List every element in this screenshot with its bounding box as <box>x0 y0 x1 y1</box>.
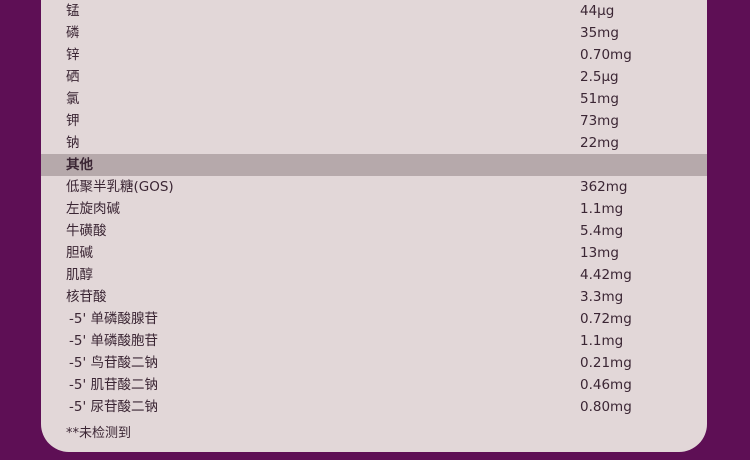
table-row: 锰 44μg <box>41 0 707 22</box>
nutrient-name: -5' 单磷酸胞苷 <box>69 333 158 349</box>
section-header-other: 其他 <box>41 154 707 176</box>
nutrient-name: 锰 <box>66 3 80 19</box>
nutrient-value: 22mg <box>580 135 619 151</box>
nutrient-value: 0.80mg <box>580 399 632 415</box>
nutrient-value: 0.46mg <box>580 377 632 393</box>
table-row: 钾 73mg <box>41 110 707 132</box>
nutrient-value: 51mg <box>580 91 619 107</box>
nutrient-name: 硒 <box>66 69 80 85</box>
footnote: **未检测到 <box>66 426 132 441</box>
table-row: -5' 单磷酸胞苷 1.1mg <box>41 330 707 352</box>
nutrient-name: -5' 尿苷酸二钠 <box>69 399 158 415</box>
nutrient-name: 牛磺酸 <box>66 223 107 239</box>
nutrient-name: -5' 单磷酸腺苷 <box>69 311 158 327</box>
nutrient-name: 核苷酸 <box>66 289 107 305</box>
table-row: 低聚半乳糖(GOS) 362mg <box>41 176 707 198</box>
nutrient-name: -5' 鸟苷酸二钠 <box>69 355 158 371</box>
nutrient-name: 锌 <box>66 47 80 63</box>
nutrient-name: 胆碱 <box>66 245 93 261</box>
nutrient-value: 73mg <box>580 113 619 129</box>
table-row: -5' 单磷酸腺苷 0.72mg <box>41 308 707 330</box>
table-row: 左旋肉碱 1.1mg <box>41 198 707 220</box>
table-row: 锌 0.70mg <box>41 44 707 66</box>
nutrient-value: 5.4mg <box>580 223 624 239</box>
nutrient-value: 0.70mg <box>580 47 632 63</box>
nutrient-value: 4.42mg <box>580 267 632 283</box>
nutrient-value: 362mg <box>580 179 628 195</box>
table-row: 硒 2.5μg <box>41 66 707 88</box>
nutrient-value: 0.72mg <box>580 311 632 327</box>
table-row: 氯 51mg <box>41 88 707 110</box>
nutrient-value: 44μg <box>580 3 615 19</box>
nutrient-value: 35mg <box>580 25 619 41</box>
nutrient-value: 1.1mg <box>580 201 624 217</box>
nutrient-name: -5' 肌苷酸二钠 <box>69 377 158 393</box>
nutrient-value: 1.1mg <box>580 333 624 349</box>
nutrient-name: 钾 <box>66 113 80 129</box>
nutrient-value: 13mg <box>580 245 619 261</box>
nutrition-table-panel: 锰 44μg 磷 35mg 锌 0.70mg 硒 2.5μg 氯 51mg 钾 … <box>41 0 707 452</box>
nutrient-name: 氯 <box>66 91 80 107</box>
table-row: -5' 肌苷酸二钠 0.46mg <box>41 374 707 396</box>
nutrient-value: 2.5μg <box>580 69 619 85</box>
nutrient-value: 3.3mg <box>580 289 624 305</box>
nutrient-value: 0.21mg <box>580 355 632 371</box>
table-row: 牛磺酸 5.4mg <box>41 220 707 242</box>
table-row: 钠 22mg <box>41 132 707 154</box>
table-row: 胆碱 13mg <box>41 242 707 264</box>
nutrient-name: 低聚半乳糖(GOS) <box>66 179 174 195</box>
table-row: 磷 35mg <box>41 22 707 44</box>
table-row: 肌醇 4.42mg <box>41 264 707 286</box>
nutrient-name: 肌醇 <box>66 267 93 283</box>
table-row: -5' 鸟苷酸二钠 0.21mg <box>41 352 707 374</box>
nutrient-name: 钠 <box>66 135 80 151</box>
nutrient-name: 左旋肉碱 <box>66 201 120 217</box>
nutrition-table: 锰 44μg 磷 35mg 锌 0.70mg 硒 2.5μg 氯 51mg 钾 … <box>41 0 707 418</box>
table-row: 核苷酸 3.3mg <box>41 286 707 308</box>
nutrient-name: 磷 <box>66 25 80 41</box>
section-title: 其他 <box>66 157 93 173</box>
table-row: -5' 尿苷酸二钠 0.80mg <box>41 396 707 418</box>
